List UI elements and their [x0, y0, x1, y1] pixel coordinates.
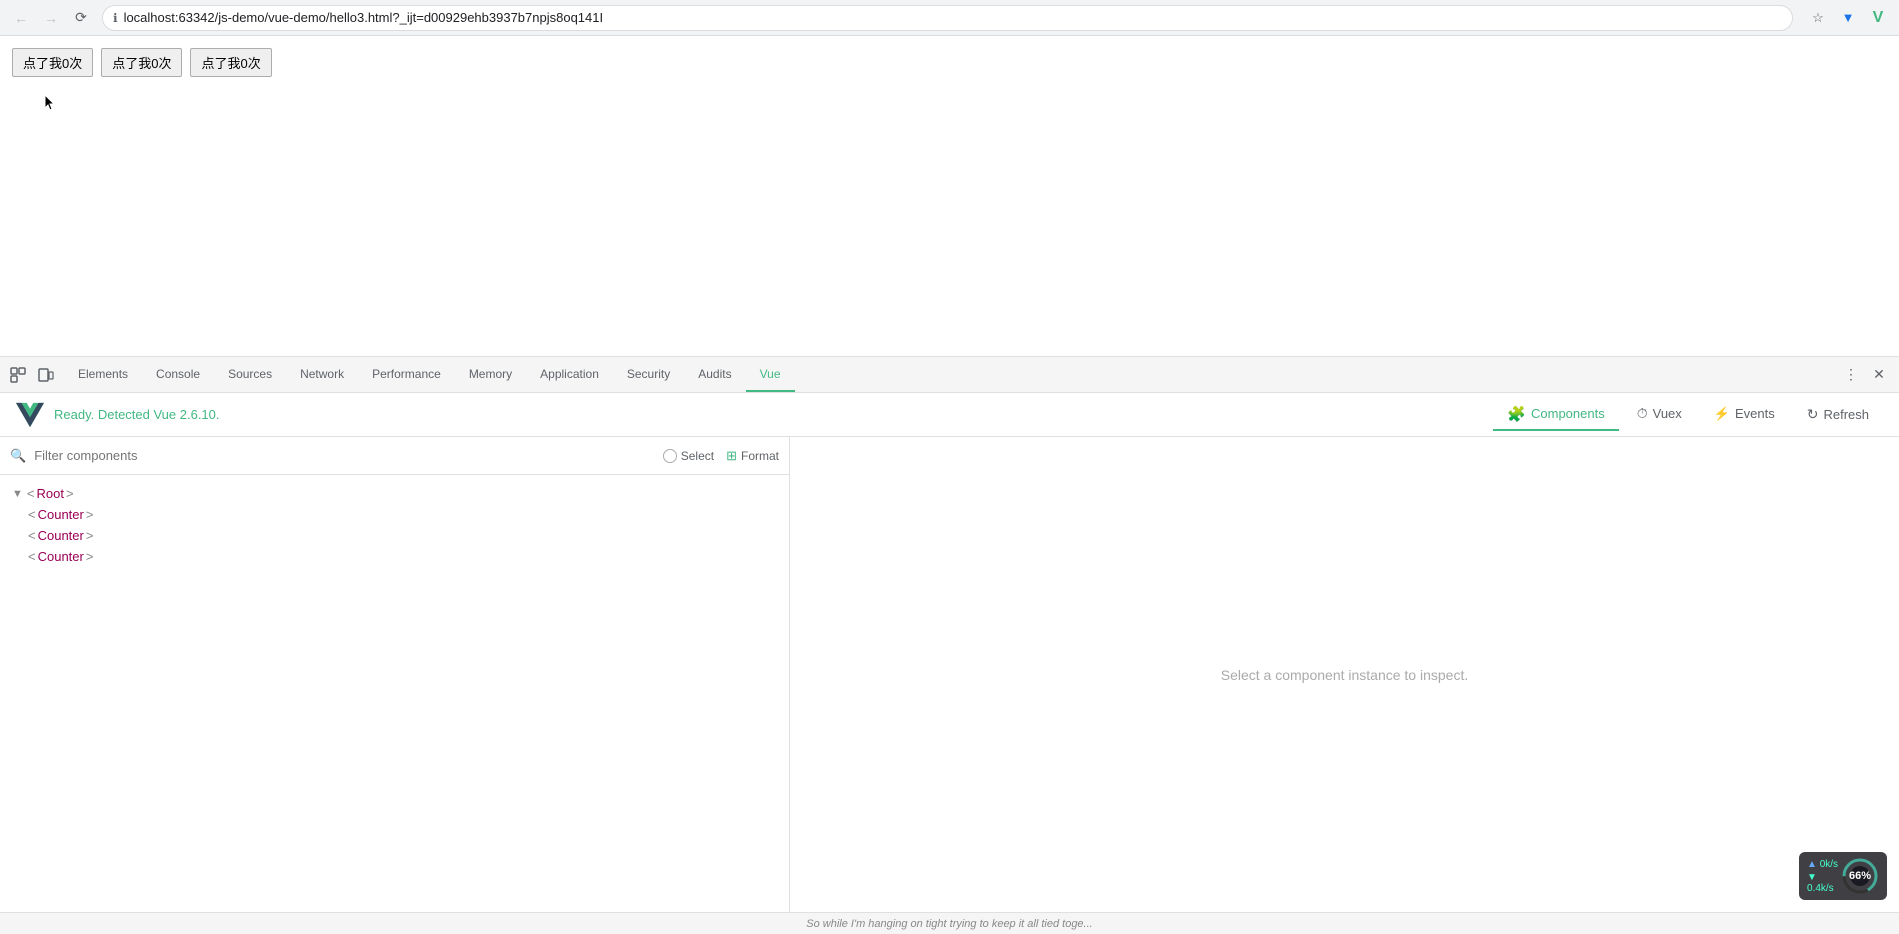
format-icon: ⊞: [726, 448, 737, 464]
page-buttons: 点了我0次 点了我0次 点了我0次: [12, 48, 1887, 77]
counter-button-2[interactable]: 点了我0次: [101, 48, 182, 77]
page-content: 点了我0次 点了我0次 点了我0次: [0, 36, 1899, 356]
browser-chrome: ← → ⟳ ℹ localhost:63342/js-demo/vue-demo…: [0, 0, 1899, 36]
tab-elements[interactable]: Elements: [64, 357, 142, 392]
tree-counter-item-2[interactable]: <Counter>: [0, 525, 789, 546]
gauge-label: 66%: [1849, 870, 1871, 882]
reload-button[interactable]: ⟳: [68, 5, 94, 31]
device-toolbar-button[interactable]: [34, 363, 58, 387]
bookmark-button[interactable]: ☆: [1805, 5, 1831, 31]
devtools-tab-list: Elements Console Sources Network Perform…: [64, 357, 795, 392]
tab-performance[interactable]: Performance: [358, 357, 455, 392]
events-icon: ⚡: [1714, 406, 1730, 422]
vue-tab-events[interactable]: ⚡ Events: [1700, 400, 1789, 430]
inspect-hint-text: Select a component instance to inspect.: [1221, 667, 1468, 683]
tab-sources[interactable]: Sources: [214, 357, 286, 392]
back-button[interactable]: ←: [8, 5, 34, 31]
filter-actions: Select ⊞ Format: [663, 448, 779, 464]
cursor-indicator: [44, 94, 56, 112]
devtools-more-button[interactable]: ⋮: [1839, 363, 1863, 387]
vue-refresh-button[interactable]: ↻ Refresh: [1793, 400, 1883, 429]
perf-upload: ▲ 0k/s: [1807, 859, 1841, 870]
root-arrow-icon: ▼: [12, 488, 23, 500]
perf-down-value: 0.4k/s: [1807, 883, 1834, 894]
tab-audits[interactable]: Audits: [684, 357, 745, 392]
filter-input[interactable]: [34, 448, 655, 463]
extension-button[interactable]: V: [1865, 5, 1891, 31]
nav-buttons: ← → ⟳: [8, 5, 94, 31]
vue-body: 🔍 Select ⊞ Format ▼ <Root>: [0, 437, 1899, 912]
select-circle-icon: [663, 449, 677, 463]
up-arrow-icon: ▲: [1807, 859, 1817, 870]
devtools-close-button[interactable]: ✕: [1867, 363, 1891, 387]
perf-gauge: 66%: [1841, 857, 1879, 895]
forward-button[interactable]: →: [38, 5, 64, 31]
components-icon: 🧩: [1507, 405, 1526, 423]
vue-tab-vuex[interactable]: ⏱ Vuex: [1623, 399, 1696, 430]
tab-application[interactable]: Application: [526, 357, 613, 392]
lock-icon: ℹ: [113, 11, 118, 25]
vue-logo: [16, 401, 44, 429]
vue-ready-text: Ready. Detected Vue 2.6.10.: [54, 407, 1493, 422]
tab-memory[interactable]: Memory: [455, 357, 526, 392]
bottom-hint: So while I'm hanging on tight trying to …: [0, 912, 1899, 934]
tab-network[interactable]: Network: [286, 357, 358, 392]
vue-right-panel: Select a component instance to inspect. …: [790, 437, 1899, 912]
component-tree: ▼ <Root> <Counter> <Counter> <Counter>: [0, 475, 789, 912]
tab-security[interactable]: Security: [613, 357, 684, 392]
select-button[interactable]: Select: [663, 449, 714, 463]
refresh-icon: ↻: [1807, 406, 1819, 423]
tree-counter-item-1[interactable]: <Counter>: [0, 504, 789, 525]
inspect-element-button[interactable]: [6, 363, 30, 387]
vuex-icon: ⏱: [1637, 405, 1648, 422]
vue-left-panel: 🔍 Select ⊞ Format ▼ <Root>: [0, 437, 790, 912]
devtools-icons: [0, 357, 64, 392]
performance-monitor: ▲ 0k/s ▼ 0.4k/s 66%: [1799, 852, 1887, 900]
devtools-tabbar: Elements Console Sources Network Perform…: [0, 357, 1899, 393]
vue-toolbar: Ready. Detected Vue 2.6.10. 🧩 Components…: [0, 393, 1899, 437]
down-arrow-icon: ▼: [1807, 872, 1817, 883]
counter-button-3[interactable]: 点了我0次: [190, 48, 271, 77]
tree-counter-item-3[interactable]: <Counter>: [0, 546, 789, 567]
vue-tab-components[interactable]: 🧩 Components: [1493, 399, 1618, 431]
vue-filter-bar: 🔍 Select ⊞ Format: [0, 437, 789, 475]
perf-download: ▼ 0.4k/s: [1807, 872, 1841, 894]
counter-button-1[interactable]: 点了我0次: [12, 48, 93, 77]
address-bar[interactable]: ℹ localhost:63342/js-demo/vue-demo/hello…: [102, 5, 1793, 31]
vue-toolbar-right: 🧩 Components ⏱ Vuex ⚡ Events ↻ Refresh: [1493, 399, 1883, 431]
perf-up-value: 0k/s: [1820, 859, 1838, 870]
browser-actions: ☆ ▼ V: [1805, 5, 1891, 31]
perf-stats: ▲ 0k/s ▼ 0.4k/s: [1807, 859, 1841, 894]
devtools-panel: Elements Console Sources Network Perform…: [0, 356, 1899, 934]
filter-search-icon: 🔍: [10, 448, 26, 464]
format-button[interactable]: ⊞ Format: [726, 448, 779, 464]
url-text: localhost:63342/js-demo/vue-demo/hello3.…: [124, 10, 604, 25]
profile-button[interactable]: ▼: [1835, 5, 1861, 31]
devtools-tab-right: ⋮ ✕: [1839, 357, 1899, 392]
tab-console[interactable]: Console: [142, 357, 214, 392]
tab-vue[interactable]: Vue: [746, 357, 795, 392]
tree-root-item[interactable]: ▼ <Root>: [0, 483, 789, 504]
